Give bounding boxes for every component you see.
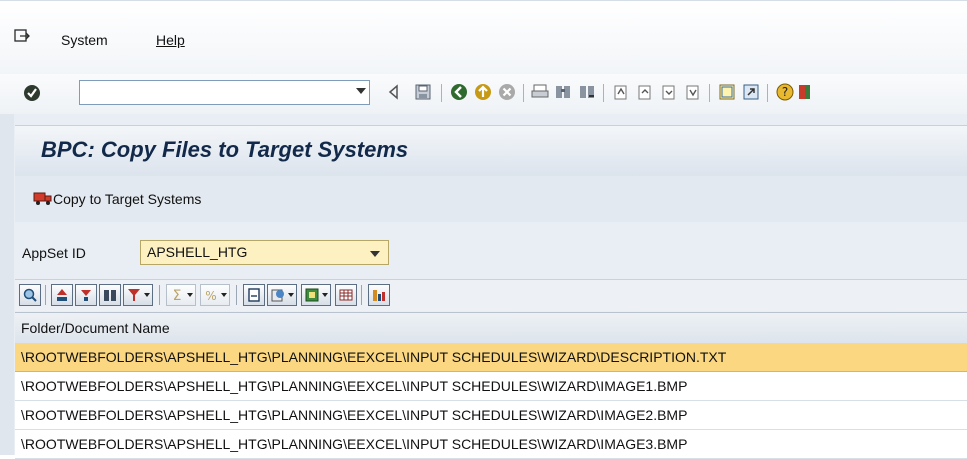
menu-help[interactable]: Help	[156, 32, 185, 48]
print-preview-button[interactable]	[243, 284, 265, 306]
first-page-icon[interactable]	[612, 83, 630, 101]
toolbar-divider	[767, 84, 768, 102]
appset-id-label: AppSet ID	[22, 245, 86, 261]
total-button[interactable]: Σ	[166, 284, 196, 306]
copy-to-target-systems-button[interactable]: Copy to Target Systems	[53, 191, 201, 207]
sort-ascending-icon	[57, 289, 67, 301]
triangle-left-icon[interactable]	[385, 83, 403, 101]
toolbar-divider	[441, 84, 442, 102]
filter-icon	[128, 289, 140, 301]
sort-ascending-button[interactable]	[51, 284, 73, 306]
chevron-down-icon	[288, 293, 294, 297]
appset-id-dropdown[interactable]: APSHELL_HTG	[140, 240, 389, 265]
toolbar-divider	[236, 285, 237, 305]
table-header: Folder/Document Name	[15, 312, 967, 344]
chevron-down-icon	[221, 293, 227, 297]
svg-text:%: %	[205, 289, 216, 303]
column-header-folder-document-name[interactable]: Folder/Document Name	[21, 320, 170, 336]
grid-icon	[339, 289, 353, 301]
toolbar-divider	[361, 285, 362, 305]
magnifier-icon	[23, 288, 37, 302]
find-icon[interactable]	[554, 83, 572, 101]
menu-system-label: System	[61, 32, 108, 48]
toolbar-divider	[603, 84, 604, 102]
toolbar-divider	[45, 285, 46, 305]
menu-window-icon[interactable]	[14, 29, 30, 43]
print-preview-icon	[248, 288, 260, 302]
chevron-down-icon[interactable]	[370, 251, 380, 257]
previous-page-icon[interactable]	[636, 83, 654, 101]
toolbar-divider	[709, 84, 710, 102]
subtotal-icon: %	[205, 289, 216, 303]
views-icon	[305, 288, 319, 302]
table-row[interactable]: \ROOTWEBFOLDERS\APSHELL_HTG\PLANNING\EEX…	[15, 401, 967, 430]
table-cell-path: \ROOTWEBFOLDERS\APSHELL_HTG\PLANNING\EEX…	[21, 407, 688, 423]
filter-button[interactable]	[123, 284, 153, 306]
svg-text:Σ: Σ	[173, 288, 182, 303]
menu-system[interactable]: System	[61, 32, 108, 48]
table-cell-path: \ROOTWEBFOLDERS\APSHELL_HTG\PLANNING\EEX…	[21, 378, 688, 394]
layout-menu-icon[interactable]	[798, 83, 816, 101]
save-icon[interactable]	[414, 83, 432, 101]
next-page-icon[interactable]	[660, 83, 678, 101]
table-row[interactable]: \ROOTWEBFOLDERS\APSHELL_HTG\PLANNING\EEX…	[15, 343, 967, 372]
help-icon[interactable]: ?	[776, 83, 794, 101]
layout-button[interactable]	[335, 284, 357, 306]
page-title: BPC: Copy Files to Target Systems	[41, 137, 409, 162]
table-cell-path: \ROOTWEBFOLDERS\APSHELL_HTG\PLANNING\EEX…	[21, 349, 727, 365]
find-next-icon[interactable]	[578, 83, 596, 101]
truck-icon[interactable]	[33, 190, 53, 206]
menu-bar	[0, 0, 967, 75]
exit-icon[interactable]	[474, 83, 492, 101]
svg-text:?: ?	[782, 85, 788, 99]
bar-chart-icon	[373, 290, 385, 301]
binoculars-icon	[104, 290, 116, 301]
table-cell-path: \ROOTWEBFOLDERS\APSHELL_HTG\PLANNING\EEX…	[21, 436, 688, 452]
appset-id-value: APSHELL_HTG	[147, 244, 248, 260]
copy-to-target-systems-label: Copy to Target Systems	[53, 191, 202, 207]
cancel-icon[interactable]	[498, 83, 516, 101]
back-icon[interactable]	[450, 83, 468, 101]
command-field[interactable]	[79, 80, 370, 105]
chevron-down-icon	[322, 293, 328, 297]
chevron-down-icon	[187, 293, 193, 297]
print-icon[interactable]	[531, 83, 549, 101]
find-button[interactable]	[99, 284, 121, 306]
toolbar-divider	[159, 285, 160, 305]
menu-help-label: Help	[156, 32, 185, 48]
details-button[interactable]	[19, 284, 41, 306]
export-button[interactable]	[267, 284, 297, 306]
sort-descending-button[interactable]	[75, 284, 97, 306]
views-button[interactable]	[301, 284, 331, 306]
subtotal-button[interactable]: %	[200, 284, 230, 306]
last-page-icon[interactable]	[684, 83, 702, 101]
export-icon	[271, 289, 284, 302]
table-row[interactable]: \ROOTWEBFOLDERS\APSHELL_HTG\PLANNING\EEX…	[15, 372, 967, 401]
sum-icon: Σ	[173, 288, 182, 303]
chevron-down-icon	[144, 293, 150, 297]
enter-check-icon[interactable]	[23, 84, 41, 102]
sort-descending-icon	[81, 290, 91, 301]
left-border	[0, 114, 14, 455]
chevron-down-icon[interactable]	[356, 88, 366, 94]
abc-analysis-button[interactable]	[368, 284, 390, 306]
alv-toolbar	[15, 279, 967, 311]
toolbar-divider	[523, 84, 524, 102]
shortcut-icon[interactable]	[742, 83, 760, 101]
new-session-icon[interactable]	[718, 83, 736, 101]
